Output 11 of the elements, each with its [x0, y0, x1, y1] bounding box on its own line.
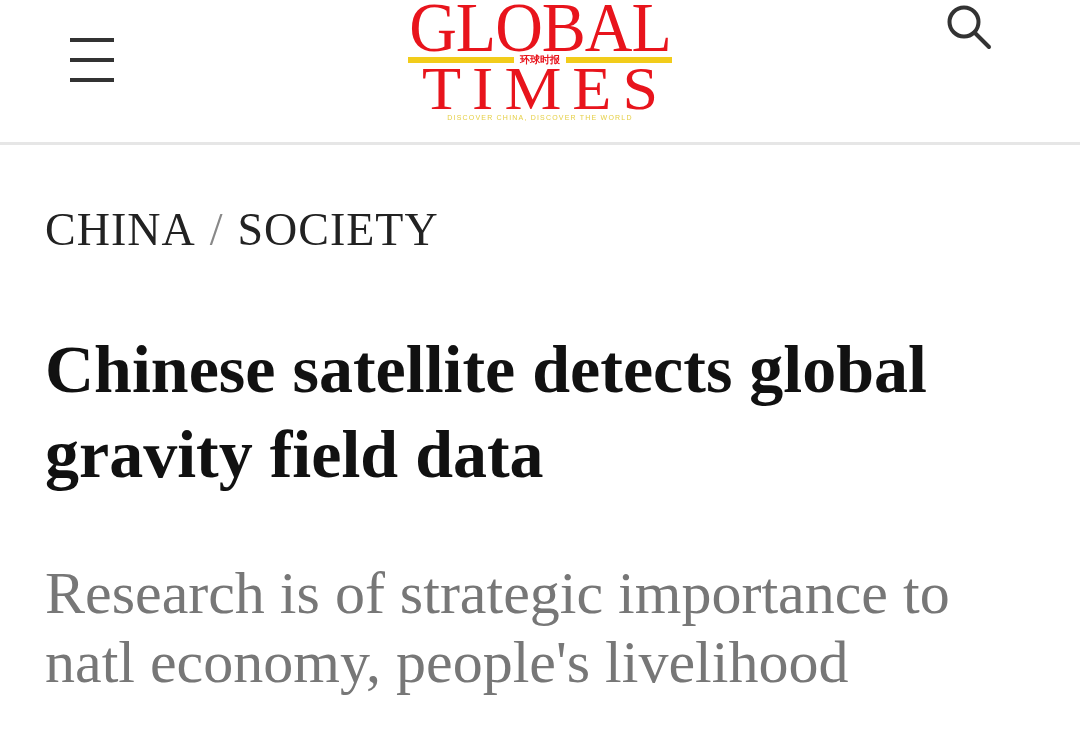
breadcrumb-link[interactable]: SOCIETY [237, 205, 439, 255]
search-button[interactable] [946, 4, 992, 50]
search-icon [946, 4, 992, 50]
menu-button[interactable] [70, 38, 114, 82]
logo-title: TIMES [421, 67, 669, 111]
breadcrumb-link[interactable]: CHINA [45, 205, 196, 255]
menu-icon [70, 38, 114, 82]
breadcrumb-separator: / [209, 205, 224, 255]
logo-chinese-name: 环球时报 [520, 54, 560, 66]
article-headline: Chinese satellite detects global gravity field data [45, 330, 928, 494]
article-subheadline: Research is of strategic importance to natl economy, people's livelihood [45, 559, 951, 697]
